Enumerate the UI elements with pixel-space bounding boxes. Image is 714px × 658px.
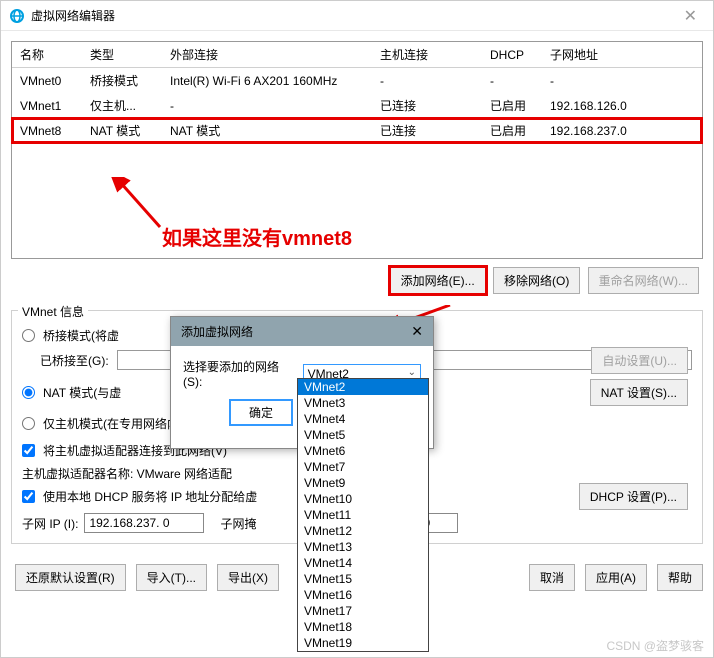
auto-settings-button[interactable]: 自动设置(U)... xyxy=(591,347,688,374)
dropdown-item[interactable]: VMnet14 xyxy=(298,555,428,571)
fieldset-title: VMnet 信息 xyxy=(18,303,88,320)
cell-dhcp: 已启用 xyxy=(482,93,542,118)
cell-subnet: 192.168.126.0 xyxy=(542,93,702,118)
chevron-down-icon: ⌄ xyxy=(408,367,416,378)
app-icon xyxy=(9,8,25,24)
cell-type: NAT 模式 xyxy=(82,118,162,143)
dropdown-item[interactable]: VMnet7 xyxy=(298,459,428,475)
select-network-label: 选择要添加的网络(S): xyxy=(183,358,297,389)
dropdown-item[interactable]: VMnet12 xyxy=(298,523,428,539)
cell-ext: - xyxy=(162,93,372,118)
bridge-label: 桥接模式(将虚 xyxy=(43,327,119,344)
dhcp-settings-button[interactable]: DHCP 设置(P)... xyxy=(579,483,688,510)
table-row[interactable]: VMnet1仅主机...-已连接已启用192.168.126.0 xyxy=(12,93,702,118)
cell-dhcp: 已启用 xyxy=(482,118,542,143)
cell-name: VMnet0 xyxy=(12,68,82,94)
annotation-arrow-1 xyxy=(100,177,200,237)
watermark: CSDN @盗梦骇客 xyxy=(606,637,704,654)
bridge-radio[interactable] xyxy=(22,329,35,342)
add-network-button[interactable]: 添加网络(E)... xyxy=(390,267,486,294)
cell-ext: Intel(R) Wi-Fi 6 AX201 160MHz xyxy=(162,68,372,94)
dropdown-item[interactable]: VMnet4 xyxy=(298,411,428,427)
dropdown-item[interactable]: VMnet3 xyxy=(298,395,428,411)
nat-settings-button[interactable]: NAT 设置(S)... xyxy=(590,379,688,406)
cell-ext: NAT 模式 xyxy=(162,118,372,143)
network-buttons: 添加网络(E)... 移除网络(O) 重命名网络(W)... xyxy=(11,259,703,302)
cancel-button[interactable]: 取消 xyxy=(529,564,575,591)
import-button[interactable]: 导入(T)... xyxy=(136,564,207,591)
dhcp-label: 使用本地 DHCP 服务将 IP 地址分配给虚 xyxy=(43,488,257,505)
connect-adapter-checkbox[interactable] xyxy=(22,444,35,457)
dropdown-item[interactable]: VMnet10 xyxy=(298,491,428,507)
cell-dhcp: - xyxy=(482,68,542,94)
cell-subnet: 192.168.237.0 xyxy=(542,118,702,143)
cell-host: 已连接 xyxy=(372,118,482,143)
cell-name: VMnet8 xyxy=(12,118,82,143)
dropdown-item[interactable]: VMnet5 xyxy=(298,427,428,443)
table-row[interactable]: VMnet8NAT 模式NAT 模式已连接已启用192.168.237.0 xyxy=(12,118,702,143)
export-button[interactable]: 导出(X) xyxy=(217,564,279,591)
col-host[interactable]: 主机连接 xyxy=(372,42,482,68)
cell-host: - xyxy=(372,68,482,94)
network-table: 名称 类型 外部连接 主机连接 DHCP 子网地址 VMnet0桥接模式Inte… xyxy=(11,41,703,259)
dialog-close-icon[interactable]: ✕ xyxy=(411,323,423,340)
cell-subnet: - xyxy=(542,68,702,94)
col-dhcp[interactable]: DHCP xyxy=(482,42,542,68)
nat-radio[interactable] xyxy=(22,386,35,399)
dialog-titlebar: 添加虚拟网络 ✕ xyxy=(171,317,433,346)
dropdown-item[interactable]: VMnet17 xyxy=(298,603,428,619)
dropdown-item[interactable]: VMnet18 xyxy=(298,619,428,635)
dialog-title: 添加虚拟网络 xyxy=(181,323,411,340)
dropdown-item[interactable]: VMnet9 xyxy=(298,475,428,491)
dropdown-item[interactable]: VMnet19 xyxy=(298,635,428,651)
restore-defaults-button[interactable]: 还原默认设置(R) xyxy=(15,564,126,591)
subnet-mask-label: 子网掩 xyxy=(220,515,256,532)
network-dropdown-list[interactable]: VMnet2VMnet3VMnet4VMnet5VMnet6VMnet7VMne… xyxy=(297,378,429,652)
dhcp-checkbox[interactable] xyxy=(22,490,35,503)
table-row[interactable]: VMnet0桥接模式Intel(R) Wi-Fi 6 AX201 160MHz-… xyxy=(12,68,702,94)
bridged-to-label: 已桥接至(G): xyxy=(40,352,109,369)
dropdown-item[interactable]: VMnet2 xyxy=(298,379,428,395)
table-header-row: 名称 类型 外部连接 主机连接 DHCP 子网地址 xyxy=(12,42,702,68)
annotation-text: 如果这里没有vmnet8 xyxy=(162,222,352,251)
col-ext[interactable]: 外部连接 xyxy=(162,42,372,68)
cell-name: VMnet1 xyxy=(12,93,82,118)
col-subnet[interactable]: 子网地址 xyxy=(542,42,702,68)
cell-type: 仅主机... xyxy=(82,93,162,118)
window-title: 虚拟网络编辑器 xyxy=(31,7,676,24)
help-button[interactable]: 帮助 xyxy=(657,564,703,591)
nat-label: NAT 模式(与虚 xyxy=(43,384,121,401)
dropdown-item[interactable]: VMnet13 xyxy=(298,539,428,555)
close-icon[interactable]: ✕ xyxy=(676,6,705,26)
apply-button[interactable]: 应用(A) xyxy=(585,564,647,591)
cell-host: 已连接 xyxy=(372,93,482,118)
hostonly-radio[interactable] xyxy=(22,417,35,430)
col-type[interactable]: 类型 xyxy=(82,42,162,68)
col-name[interactable]: 名称 xyxy=(12,42,82,68)
dropdown-item[interactable]: VMnet15 xyxy=(298,571,428,587)
subnet-ip-label: 子网 IP (I): xyxy=(22,515,78,532)
rename-network-button[interactable]: 重命名网络(W)... xyxy=(588,267,699,294)
titlebar: 虚拟网络编辑器 ✕ xyxy=(1,1,713,31)
remove-network-button[interactable]: 移除网络(O) xyxy=(493,267,580,294)
dialog-ok-button[interactable]: 确定 xyxy=(229,399,293,426)
cell-type: 桥接模式 xyxy=(82,68,162,94)
dropdown-item[interactable]: VMnet6 xyxy=(298,443,428,459)
dropdown-item[interactable]: VMnet16 xyxy=(298,587,428,603)
dropdown-item[interactable]: VMnet11 xyxy=(298,507,428,523)
subnet-ip-input[interactable] xyxy=(84,513,204,533)
